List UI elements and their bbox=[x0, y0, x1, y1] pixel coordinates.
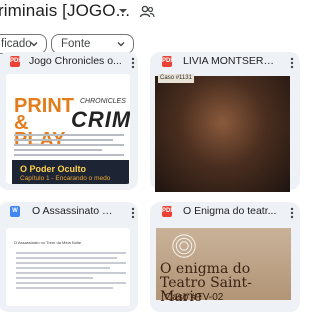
file-card-header: PDF Jogo Chronicles o... bbox=[0, 52, 138, 74]
thumb-section: O Poder Oculto bbox=[20, 164, 87, 174]
chevron-down-icon bbox=[30, 42, 38, 47]
source-filter-chip[interactable]: Fonte bbox=[51, 34, 134, 54]
file-card[interactable]: PDF Jogo Chronicles o... PRINT & PLAY CH… bbox=[0, 52, 138, 190]
thumb-tagline: CHRONICLES bbox=[80, 98, 126, 105]
thumb-crime: CRIME bbox=[71, 107, 130, 132]
file-thumbnail: PRINT & PLAY CHRONICLES CRIME O Poder Oc… bbox=[6, 74, 130, 184]
more-options-icon[interactable] bbox=[290, 57, 294, 69]
top-bar: riminais [JOGO... bbox=[0, 0, 300, 28]
more-options-icon[interactable] bbox=[131, 57, 135, 69]
thumb-section-sub: Capítulo 1 - Encarando o medo bbox=[20, 175, 111, 182]
file-card-header: PDF LIVIA MONTSERRA... bbox=[150, 52, 300, 74]
more-options-icon[interactable] bbox=[131, 207, 135, 219]
pdf-icon: PDF bbox=[162, 206, 174, 217]
pdf-icon: PDF bbox=[162, 56, 174, 67]
chevron-down-icon bbox=[117, 42, 125, 47]
doc-text-lines bbox=[16, 252, 126, 292]
chip-label: Fonte bbox=[61, 38, 91, 50]
case-tag: Caso #1131 bbox=[158, 74, 194, 83]
word-icon: W bbox=[10, 206, 20, 217]
chip-label: ficado bbox=[1, 38, 32, 50]
modified-filter-chip[interactable]: ficado bbox=[0, 34, 47, 54]
caret-down-icon[interactable] bbox=[117, 5, 129, 17]
thumb-heading: O Assassinato no Trem da Meia Noite bbox=[14, 240, 82, 245]
thumb-text-lines bbox=[14, 134, 124, 159]
file-name: O Enigma do teatr... bbox=[183, 205, 277, 217]
file-name: O Assassinato no ... bbox=[32, 205, 116, 217]
file-card-header: W O Assassinato no ... bbox=[0, 202, 138, 224]
fingerprint-icon bbox=[172, 234, 196, 258]
thumb-case: Caso #TV-02 bbox=[165, 292, 224, 303]
more-options-icon[interactable] bbox=[290, 207, 294, 219]
pdf-icon: PDF bbox=[10, 56, 22, 67]
file-name: Jogo Chronicles o... bbox=[29, 55, 122, 67]
folder-title[interactable]: riminais [JOGO... bbox=[0, 1, 130, 21]
file-name: LIVIA MONTSERRA... bbox=[183, 55, 281, 67]
file-card-header: PDF O Enigma do teatr... bbox=[150, 202, 300, 224]
portrait-thumbnail bbox=[155, 76, 290, 192]
people-icon[interactable] bbox=[139, 4, 155, 20]
